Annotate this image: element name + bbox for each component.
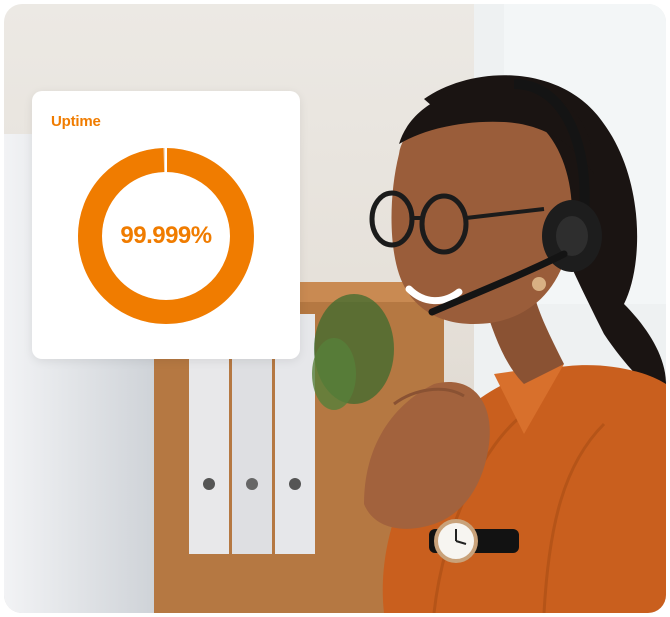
card-title: Uptime	[51, 113, 101, 130]
uptime-value: 99.999%	[120, 222, 212, 249]
uptime-card: Uptime 99.999%	[32, 91, 300, 359]
